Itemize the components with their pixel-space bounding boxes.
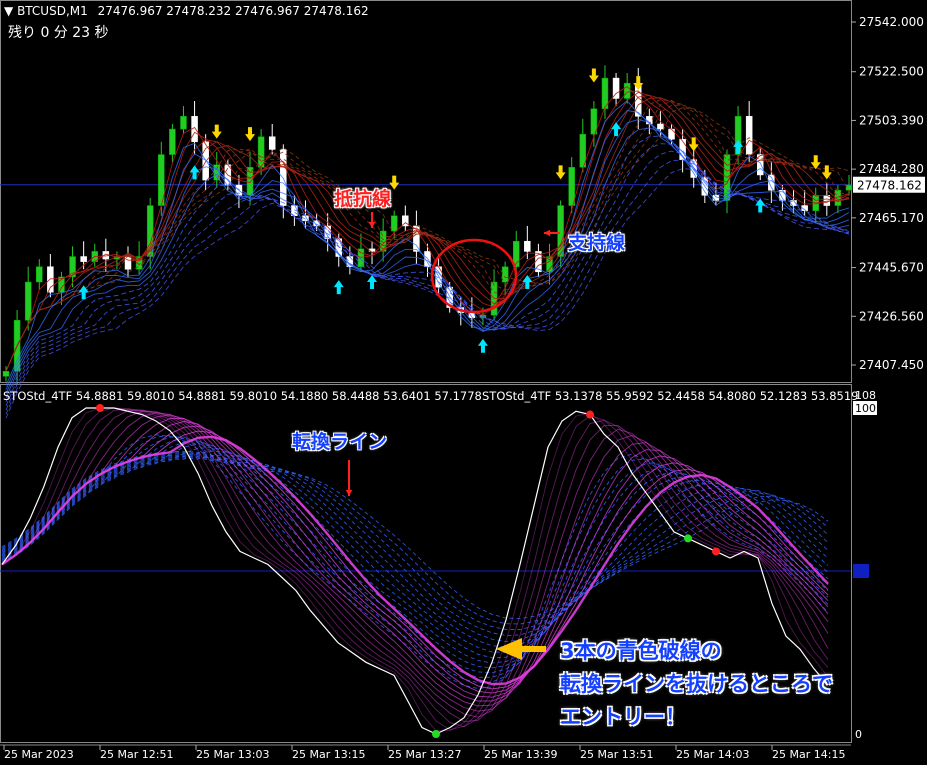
countdown-label: 残り 0 分 23 秒	[8, 25, 109, 41]
signal-dot	[432, 730, 440, 738]
resistance-ma-line	[5, 91, 850, 372]
resistance-pointer-icon	[368, 221, 376, 228]
signal-dot	[586, 410, 594, 419]
time-tick-label: 25 Mar 2023	[4, 748, 74, 761]
turn-line-annotation: 転換ライン	[292, 431, 388, 453]
signal-dot	[712, 547, 720, 556]
up-arrow-icon	[189, 165, 200, 180]
down-arrow-icon	[245, 127, 256, 142]
candle-body	[47, 266, 54, 293]
time-tick-label: 25 Mar 13:39	[484, 748, 557, 761]
collapse-icon[interactable]: ▼	[4, 4, 13, 18]
support-annotation: 支持線	[568, 232, 626, 254]
up-arrow-icon	[367, 275, 378, 290]
time-tick-label: 25 Mar 13:27	[388, 748, 461, 761]
down-arrow-icon	[821, 165, 832, 180]
turn-line-dashed	[1, 452, 829, 625]
time-tick-label: 25 Mar 12:51	[100, 748, 173, 761]
turn-line-dashed	[1, 450, 829, 653]
signal-dot	[96, 404, 104, 412]
candle-body	[180, 116, 187, 130]
entry-note-line-2: 転換ラインを抜けるところで	[560, 672, 833, 696]
ohlc-values: 27476.967 27478.232 27476.967 27478.162	[97, 4, 369, 18]
turn-line-dashed	[1, 447, 829, 659]
indicator-label-2: STOStd_4TF 53.1378 55.9592 52.4458 54.80…	[482, 389, 859, 403]
candle-body	[257, 136, 265, 168]
up-arrow-icon	[477, 338, 488, 353]
candle-body	[524, 240, 531, 252]
candle-body	[823, 195, 831, 206]
candle-body	[280, 149, 287, 206]
resistance-ma-line	[5, 97, 850, 372]
entry-note: 3本の青色破線の 転換ラインを抜けるところで エントリー！	[560, 635, 833, 734]
time-tick-label: 25 Mar 13:51	[580, 748, 653, 761]
support-pointer-icon	[544, 229, 551, 237]
time-tick-label: 25 Mar 14:03	[676, 748, 749, 761]
candle-body	[36, 266, 43, 283]
candle-body	[390, 215, 398, 232]
candle-body	[845, 184, 853, 191]
time-tick-label: 25 Mar 13:03	[196, 748, 269, 761]
resistance-ma-line	[5, 86, 850, 372]
current-price-label: 27478.162	[857, 179, 922, 193]
down-arrow-icon	[588, 68, 599, 83]
support-ma-line	[5, 150, 850, 411]
stoch-tick-label: 100	[855, 402, 876, 415]
price-tick-label: 27407.450	[859, 358, 924, 372]
down-arrow-icon	[555, 165, 566, 180]
candle-body	[24, 281, 32, 321]
candle-body	[623, 82, 631, 99]
down-arrow-icon	[211, 124, 222, 139]
indicator-label-1: STOStd_4TF 54.8881 59.8010 54.8881 59.80…	[3, 389, 482, 403]
entry-note-line-1: 3本の青色破線の	[560, 639, 722, 663]
candle-body	[745, 116, 753, 155]
price-tick-label: 27445.670	[859, 261, 924, 275]
candle-body	[2, 370, 10, 377]
symbol-name: BTCUSD,M1	[17, 4, 88, 18]
resistance-ribbon	[5, 86, 850, 372]
stoch-tick-label: 0	[855, 728, 862, 741]
candle-body	[80, 256, 87, 262]
down-arrow-icon	[633, 76, 644, 91]
up-arrow-icon	[333, 280, 344, 295]
price-tick-label: 27484.280	[859, 162, 924, 176]
candle-body	[657, 123, 664, 130]
support-ma-line	[5, 100, 850, 386]
price-tick-label: 27503.390	[859, 113, 924, 127]
symbol-header: ▼ BTCUSD,M1 27476.967 27478.232 27476.96…	[4, 4, 369, 18]
stoch-tick-label: 50	[855, 565, 869, 578]
price-tick-label: 27522.500	[859, 65, 924, 79]
price-tick-label: 27465.170	[859, 211, 924, 225]
entry-note-line-3: エントリー！	[560, 705, 686, 729]
candle-body	[268, 136, 276, 150]
time-tick-label: 25 Mar 13:15	[292, 748, 365, 761]
price-tick-label: 27426.560	[859, 309, 924, 323]
candle-body	[668, 128, 675, 140]
time-tick-label: 25 Mar 14:15	[772, 748, 845, 761]
candle-body	[568, 167, 575, 206]
resistance-ma-line	[5, 104, 850, 372]
up-arrow-icon	[522, 275, 533, 290]
candle-body	[169, 128, 176, 155]
signal-dot	[684, 534, 692, 543]
support-ma-line	[5, 159, 850, 415]
turn-line-pointer-icon	[345, 489, 353, 496]
support-ma-line	[5, 168, 850, 419]
price-tick-label: 27542.000	[859, 15, 924, 29]
resistance-annotation: 抵抗線	[334, 188, 392, 210]
candle-body	[124, 256, 132, 270]
